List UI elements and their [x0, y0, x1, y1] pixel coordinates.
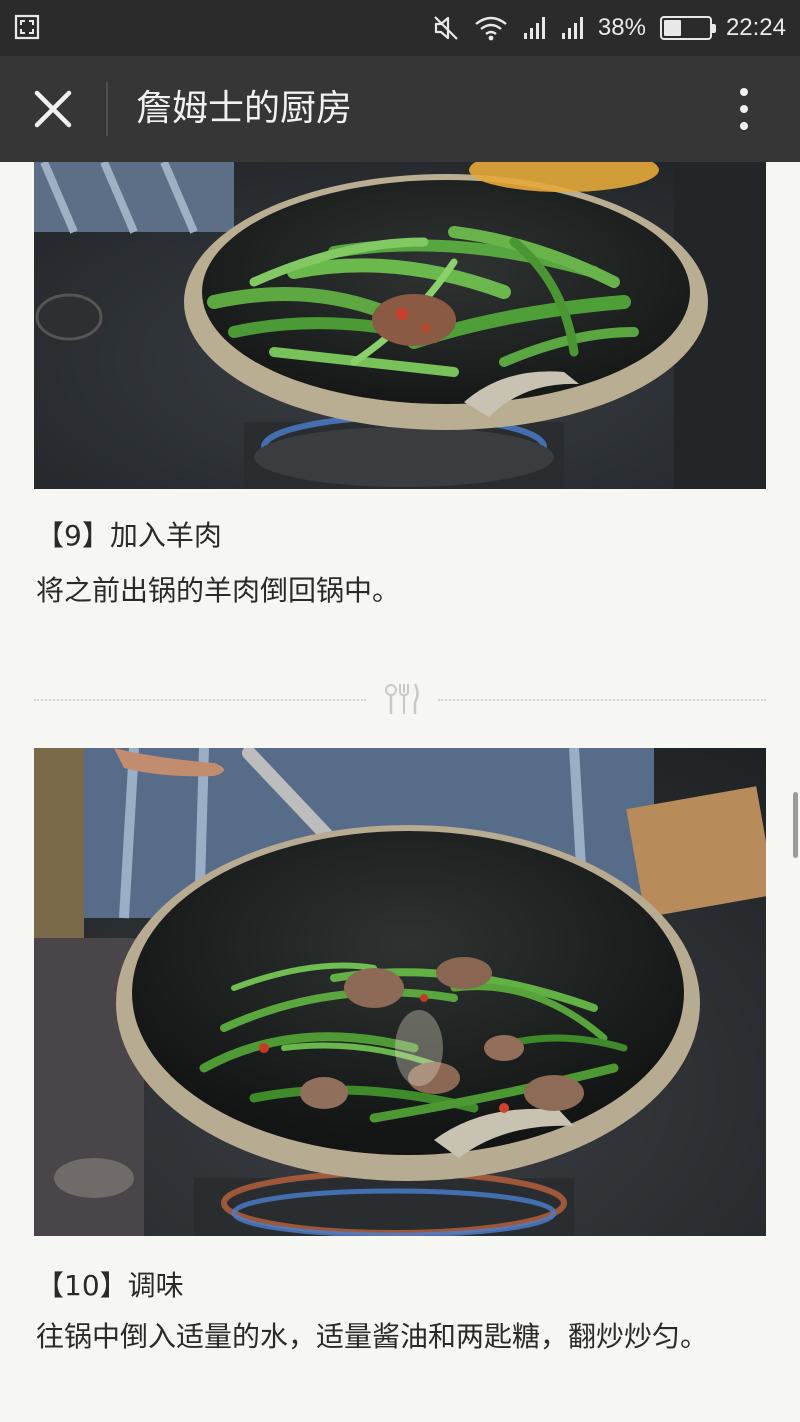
section-divider: [34, 680, 766, 720]
app-bar: 詹姆士的厨房: [0, 56, 800, 162]
page-title: 詹姆士的厨房: [136, 88, 353, 129]
signal-icon: [561, 17, 583, 39]
step-9-title: 【9】加入羊肉: [36, 519, 222, 552]
signal-icon: [523, 17, 545, 39]
battery-icon: [659, 16, 716, 40]
step-9-photo: [34, 162, 766, 489]
step-10-text: 往锅中倒入适量的水，适量酱油和两匙糖，翻炒炒匀。: [36, 1320, 709, 1353]
article-content: 【9】加入羊肉 将之前出锅的羊肉倒回锅中。 【10】调味 往锅中倒入适量的水，适…: [0, 162, 800, 1422]
screenshot-icon: [14, 14, 40, 40]
battery-percent: 38%: [597, 14, 646, 41]
cutlery-icon: [385, 683, 419, 714]
status-bar: 38% 22:24: [0, 0, 800, 56]
battery-level: [663, 20, 681, 36]
mute-icon: [434, 16, 458, 40]
step-10-title: 【10】调味: [36, 1269, 184, 1302]
step-9-text: 将之前出锅的羊肉倒回锅中。: [36, 574, 401, 607]
step-10-photo: [34, 748, 766, 1236]
clock: 22:24: [725, 14, 786, 41]
app-bar-divider: [106, 82, 108, 136]
close-icon[interactable]: [22, 78, 84, 140]
scrollbar[interactable]: [793, 792, 798, 858]
wifi-icon: [475, 16, 507, 41]
more-vertical-icon[interactable]: [732, 84, 756, 134]
